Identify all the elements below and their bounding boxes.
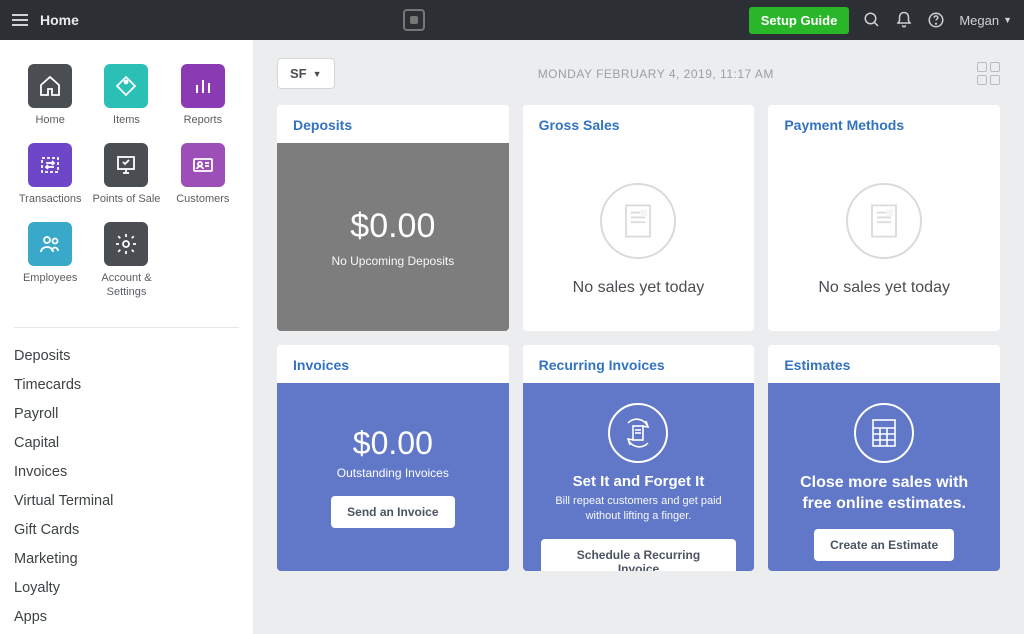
sidebar-link-capital[interactable]: Capital <box>14 429 239 457</box>
card-title: Recurring Invoices <box>523 345 755 383</box>
home-icon <box>28 64 72 108</box>
recurring-icon <box>608 403 668 463</box>
gear-icon <box>104 222 148 266</box>
pos-icon <box>104 143 148 187</box>
sidebar-link-gift-cards[interactable]: Gift Cards <box>14 516 239 544</box>
sidebar-tile-employees[interactable]: Employees <box>14 218 86 306</box>
sidebar-link-marketing[interactable]: Marketing <box>14 545 239 573</box>
estimates-icon <box>854 403 914 463</box>
deposits-card[interactable]: Deposits $0.00 No Upcoming Deposits <box>277 105 509 331</box>
chevron-down-icon: ▼ <box>313 69 322 79</box>
sidebar-link-invoices[interactable]: Invoices <box>14 458 239 486</box>
tile-label: Items <box>113 114 140 127</box>
estimates-heading: Close more sales with free online estima… <box>786 473 982 515</box>
sidebar-tile-transactions[interactable]: Transactions <box>14 139 86 214</box>
sidebar-tile-account-settings[interactable]: Account & Settings <box>90 218 162 306</box>
tile-label: Transactions <box>19 193 82 206</box>
chevron-down-icon: ▼ <box>1003 15 1012 25</box>
page-title: Home <box>40 12 79 28</box>
people-icon <box>28 222 72 266</box>
sidebar: Home Items Reports Transactions Points of Sa… <box>0 40 253 634</box>
datetime-label: MONDAY FEBRUARY 4, 2019, 11:17 AM <box>335 67 977 81</box>
user-menu[interactable]: Megan ▼ <box>959 13 1012 28</box>
card-title: Estimates <box>768 345 1000 383</box>
invoices-card[interactable]: Invoices $0.00 Outstanding Invoices Send… <box>277 345 509 571</box>
card-title: Payment Methods <box>768 105 1000 143</box>
location-dropdown[interactable]: SF ▼ <box>277 58 335 89</box>
card-title: Invoices <box>277 345 509 383</box>
sidebar-link-virtual-terminal[interactable]: Virtual Terminal <box>14 487 239 515</box>
chart-icon <box>181 64 225 108</box>
transactions-icon <box>28 143 72 187</box>
tile-label: Account & Settings <box>90 272 162 298</box>
schedule-recurring-button[interactable]: Schedule a Recurring Invoice <box>541 539 737 571</box>
setup-guide-button[interactable]: Setup Guide <box>749 7 850 34</box>
tile-label: Employees <box>23 272 77 285</box>
idcard-icon <box>181 143 225 187</box>
tag-icon <box>104 64 148 108</box>
recurring-desc: Bill repeat customers and get paid witho… <box>541 494 737 525</box>
empty-state-text: No sales yet today <box>818 279 950 297</box>
grid-view-icon[interactable] <box>977 62 1000 85</box>
sidebar-tile-customers[interactable]: Customers <box>167 139 239 214</box>
topbar: Home Setup Guide Megan ▼ <box>0 0 1024 40</box>
sidebar-link-timecards[interactable]: Timecards <box>14 371 239 399</box>
sidebar-link-payroll[interactable]: Payroll <box>14 400 239 428</box>
create-estimate-button[interactable]: Create an Estimate <box>814 529 954 561</box>
sidebar-link-deposits[interactable]: Deposits <box>14 342 239 370</box>
sidebar-tile-items[interactable]: Items <box>90 60 162 135</box>
empty-state-text: No sales yet today <box>573 279 705 297</box>
user-name-label: Megan <box>959 13 999 28</box>
help-icon[interactable] <box>927 11 945 29</box>
sidebar-divider <box>14 327 239 328</box>
card-title: Deposits <box>277 105 509 143</box>
tile-label: Customers <box>176 193 229 206</box>
sidebar-tile-points-of-sale[interactable]: Points of Sale <box>90 139 162 214</box>
receipt-icon <box>600 183 676 259</box>
recurring-heading: Set It and Forget It <box>573 473 705 490</box>
tile-label: Home <box>35 114 64 127</box>
recurring-invoices-card[interactable]: Recurring Invoices Set It and Forget It … <box>523 345 755 571</box>
sidebar-link-apps[interactable]: Apps <box>14 603 239 631</box>
receipt-icon <box>846 183 922 259</box>
send-invoice-button[interactable]: Send an Invoice <box>331 496 454 528</box>
search-icon[interactable] <box>863 11 881 29</box>
invoices-amount: $0.00 <box>353 425 433 462</box>
tile-label: Points of Sale <box>93 193 161 206</box>
brand-logo[interactable] <box>403 9 425 31</box>
deposits-subtitle: No Upcoming Deposits <box>331 254 454 268</box>
main-content: SF ▼ MONDAY FEBRUARY 4, 2019, 11:17 AM D… <box>253 40 1024 634</box>
invoices-subtitle: Outstanding Invoices <box>337 466 449 480</box>
bell-icon[interactable] <box>895 11 913 29</box>
gross-sales-card[interactable]: Gross Sales No sales yet today <box>523 105 755 331</box>
card-title: Gross Sales <box>523 105 755 143</box>
location-label: SF <box>290 66 307 81</box>
sidebar-link-loyalty[interactable]: Loyalty <box>14 574 239 602</box>
sidebar-tile-reports[interactable]: Reports <box>167 60 239 135</box>
payment-methods-card[interactable]: Payment Methods No sales yet today <box>768 105 1000 331</box>
deposits-amount: $0.00 <box>350 207 435 246</box>
tile-label: Reports <box>184 114 223 127</box>
sidebar-tile-home[interactable]: Home <box>14 60 86 135</box>
estimates-card[interactable]: Estimates Close more sales with free onl… <box>768 345 1000 571</box>
menu-icon[interactable] <box>12 14 28 26</box>
